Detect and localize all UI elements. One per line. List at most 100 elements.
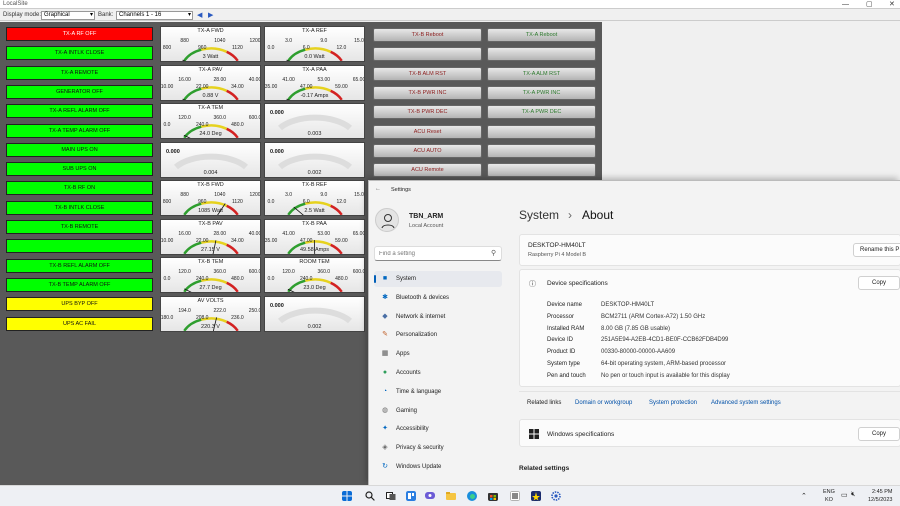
system-protection-link[interactable]: System protection [649,400,697,406]
search-taskbar-icon[interactable] [365,491,375,501]
status-button[interactable]: MAIN UPS ON [6,142,153,157]
bank-select[interactable]: Channels 1 - 16 [116,11,193,20]
prev-bank-button[interactable]: ◀ [197,10,202,22]
command-button[interactable] [487,47,596,62]
nav-icon: ◆ [382,312,388,320]
gauge-title: TX-A TEM [197,105,224,111]
status-button[interactable]: TX-B REMOTE [6,220,153,234]
gauge-scale-label: 360.0 [214,115,227,121]
maximize-button[interactable]: ▢ [866,0,873,9]
start-button[interactable] [342,491,352,501]
lang-bottom[interactable]: KO [825,497,833,503]
status-button[interactable]: TX-B REFL ALARM OFF [6,258,153,273]
status-button[interactable]: TX-A REFL ALARM OFF [6,104,153,119]
localsite-app-icon[interactable] [531,491,541,501]
nav-item[interactable]: ● Accounts [374,365,502,381]
status-button[interactable]: SUB UPS ON [6,162,153,177]
spec-label: Device name [547,302,583,308]
status-button[interactable]: TX-A TEMP ALARM OFF [6,123,153,138]
nav-item[interactable]: ✎ Personalization [374,327,502,343]
command-button[interactable]: TX-A ALM RST [487,66,596,81]
nav-item[interactable]: ↻ Windows Update [374,459,502,475]
file-explorer-icon[interactable] [446,491,456,501]
status-button[interactable]: TX-A RF OFF [6,27,153,41]
gauge-scale-label: 22.00 [196,84,209,90]
command-button[interactable]: ACU Remote [373,163,482,178]
nav-item[interactable]: ■ System [374,271,502,287]
device-name: DESKTOP-HM40LT [528,242,586,249]
gauge-scale-label: 15.0 [354,38,364,44]
volume-icon[interactable]: 🔇︎ [851,491,855,499]
task-view-icon[interactable] [386,491,396,501]
display-mode-select[interactable]: Graphical [41,11,95,20]
copy-device-spec-button[interactable]: Copy [858,276,900,290]
chat-icon[interactable] [425,491,435,501]
gauge-scale-label: 1120 [232,45,243,51]
spec-label: System type [547,361,581,367]
edge-icon[interactable] [467,491,477,501]
nav-item[interactable]: ✦ Accessibility [374,421,502,437]
device-spec-title: Device specifications [547,280,608,287]
status-button[interactable]: GENERATOR OFF [6,84,153,99]
gauge-title: TX-B FWD [197,182,224,188]
command-button[interactable]: ACU Reset [373,124,482,139]
nav-item[interactable]: ◍ Gaming [374,403,502,419]
command-button[interactable] [487,143,596,158]
lang-top[interactable]: ENG [823,489,835,495]
domain-link[interactable]: Domain or workgroup [575,400,632,406]
status-button[interactable] [6,239,153,254]
gauge-meter: 35.00 41.00 47.00 53.00 59.00 65.00 TX-A PAA -0… [264,64,365,101]
clock-time[interactable]: 2:45 PM [872,489,892,495]
app-icon[interactable] [510,491,520,501]
command-button[interactable]: TX-B ALM RST [373,66,482,81]
settings-gear-icon[interactable] [551,491,561,501]
next-bank-button[interactable]: ▶ [208,10,213,22]
nav-item[interactable]: ▦ Apps [374,346,502,362]
gauge-band [277,307,353,323]
nav-item[interactable]: ✱ Bluetooth & devices [374,290,502,306]
rename-button[interactable]: Rename this P [853,243,900,257]
nav-label: Accessibility [396,426,429,433]
avatar [375,208,399,232]
command-button[interactable]: TX-A PWR DEC [487,105,596,120]
status-button[interactable]: TX-B INTLK CLOSE [6,200,153,215]
gauge-scale-label: 65.00 [353,231,365,237]
close-button[interactable]: ✕ [889,0,895,9]
command-button[interactable]: TX-B PWR DEC [373,105,482,120]
gauge-title: TX-A REF [302,28,327,34]
advanced-settings-link[interactable]: Advanced system settings [711,400,781,406]
command-button[interactable] [373,47,482,62]
nav-item[interactable]: ◈ Privacy & security [374,440,502,456]
command-button[interactable]: TX-A Reboot [487,28,596,42]
breadcrumb-parent[interactable]: System [519,208,559,222]
command-button[interactable]: TX-B Reboot [373,28,482,42]
command-button[interactable]: TX-B PWR INC [373,85,482,100]
status-button[interactable]: TX-B RF ON [6,181,153,196]
store-icon[interactable] [488,491,498,501]
nav-item[interactable]: ◆ Network & internet [374,309,502,325]
clock-date[interactable]: 12/5/2023 [868,497,892,503]
widgets-icon[interactable] [406,491,416,501]
nav-item[interactable]: ◔ Time & language [374,384,502,400]
command-button[interactable]: TX-A PWR INC [487,85,596,100]
command-button[interactable]: ACU AUTO [373,143,482,158]
gauge-scale-label: 0.000 [270,303,284,309]
nav-label: Privacy & security [396,445,444,452]
status-button[interactable]: TX-A REMOTE [6,65,153,80]
minimize-button[interactable]: — [842,0,849,9]
gauge-value: 27.15 V [201,246,220,253]
back-arrow-icon[interactable]: ← [375,186,381,192]
gauge-scale-label: 800 [163,199,172,205]
gauge-scale-label: 16.00 [178,77,191,83]
search-input[interactable] [379,249,479,259]
status-button[interactable]: TX-B TEMP ALARM OFF [6,277,153,292]
status-button[interactable]: TX-A INTLK CLOSE [6,46,153,61]
copy-windows-spec-button[interactable]: Copy [858,427,900,441]
status-button[interactable]: UPS BYP OFF [6,297,153,312]
chevron-up-icon[interactable]: ⌃ [801,492,807,500]
command-button[interactable] [487,124,596,139]
search-box[interactable]: ⚲ [374,246,502,261]
command-button[interactable] [487,163,596,178]
status-button[interactable]: UPS AC FAIL [6,316,153,331]
network-icon[interactable]: ▭ [841,491,848,499]
